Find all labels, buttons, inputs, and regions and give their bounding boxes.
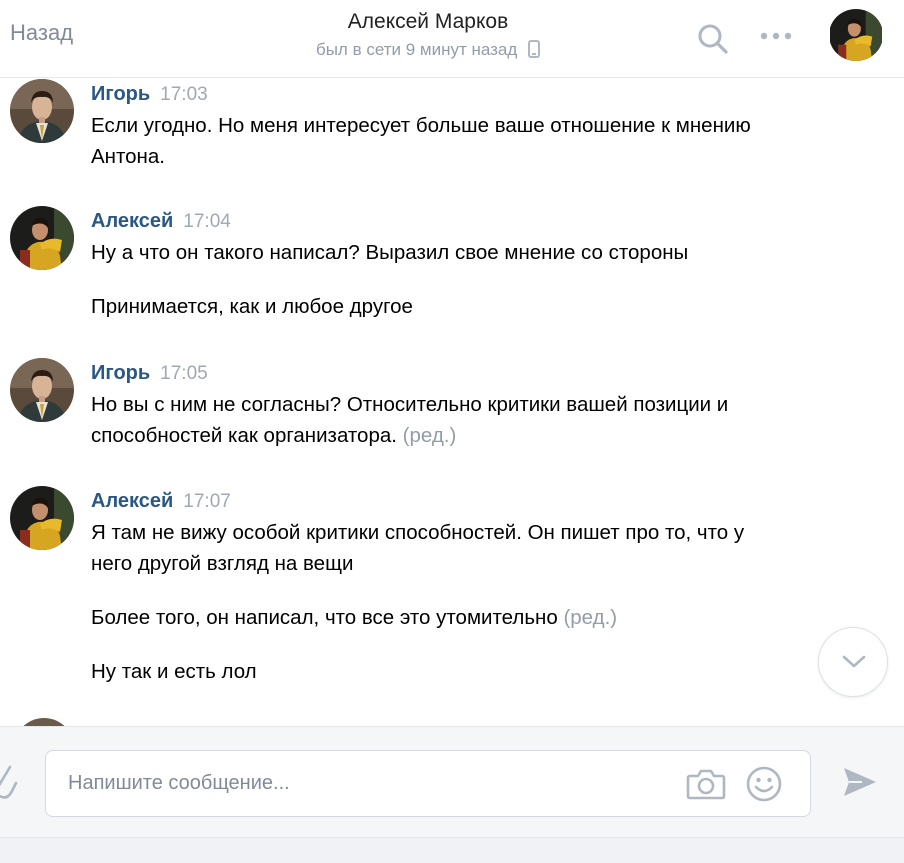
message-text: Более того, он написал, что все это утом…: [91, 602, 781, 633]
sender-name[interactable]: Игорь: [91, 362, 150, 384]
sender-avatar[interactable]: [10, 206, 74, 270]
message-meta: Игорь 17:05: [91, 359, 208, 388]
scroll-to-bottom-button[interactable]: [818, 627, 888, 697]
message-text: Ну так и есть лол: [91, 656, 781, 687]
message-text: Ну а что он такого написал? Выразил свое…: [91, 237, 781, 268]
message-input-box[interactable]: [45, 750, 811, 817]
message-item: Игорь 17:03 Если угодно. Но меня интересу…: [0, 79, 860, 199]
message-item: Игорь 17:05 Но вы с ним не согласны? Отно…: [0, 358, 860, 478]
bottom-bar: [0, 837, 904, 863]
sender-name[interactable]: Алексей: [91, 490, 173, 512]
message-body: Принимается, как и любое другое: [91, 295, 413, 318]
more-dots-icon[interactable]: [757, 24, 797, 48]
contact-avatar[interactable]: [829, 9, 883, 61]
message-body: Если угодно. Но меня интересует больше в…: [91, 114, 751, 168]
message-meta: Алексей 17:07: [91, 487, 231, 516]
message-composer: [0, 726, 904, 837]
paperclip-icon[interactable]: [0, 763, 18, 803]
edited-mark[interactable]: (ред.): [403, 424, 457, 447]
message-item: Алексей 17:07 Я там не вижу особой критик…: [0, 486, 860, 706]
message-meta: Алексей 17:04: [91, 207, 231, 236]
message-meta: Игорь 17:03: [91, 80, 208, 109]
message-text: Но вы с ним не согласны? Относительно кр…: [91, 389, 781, 451]
sender-avatar[interactable]: [10, 79, 74, 143]
message-time[interactable]: 17:04: [183, 211, 231, 232]
chat-header: Назад Алексей Марков был в сети 9 минут …: [0, 0, 904, 78]
chat-window: Назад Алексей Марков был в сети 9 минут …: [0, 0, 904, 863]
message-text: Если угодно. Но меня интересует больше в…: [91, 110, 781, 172]
sender-avatar[interactable]: [10, 358, 74, 422]
search-icon[interactable]: [696, 22, 730, 56]
sender-name[interactable]: Игорь: [91, 83, 150, 105]
message-time[interactable]: 17:05: [160, 363, 208, 384]
message-input[interactable]: [68, 765, 668, 801]
chat-title-block[interactable]: Алексей Марков был в сети 9 минут назад: [220, 8, 636, 66]
chat-title: Алексей Марков: [347, 10, 509, 33]
message-text: Я там не вижу особой критики способносте…: [91, 517, 751, 579]
chevron-down-icon: [842, 655, 866, 668]
edited-mark[interactable]: (ред.): [563, 606, 617, 629]
back-button[interactable]: Назад: [10, 20, 73, 46]
send-icon[interactable]: [842, 765, 878, 799]
smile-icon[interactable]: [745, 765, 783, 803]
mobile-phone-icon: [528, 40, 541, 66]
message-body: Я там не вижу особой критики способносте…: [91, 521, 745, 575]
sender-name[interactable]: Алексей: [91, 210, 173, 232]
message-body: Ну а что он такого написал? Выразил свое…: [91, 241, 689, 264]
message-time[interactable]: 17:03: [160, 84, 208, 105]
message-item: Алексей 17:04 Ну а что он такого написал?…: [0, 206, 860, 336]
message-body: Ну так и есть лол: [91, 660, 257, 683]
message-time[interactable]: 17:07: [183, 491, 231, 512]
sender-avatar[interactable]: [10, 486, 74, 550]
presence-status-text: был в сети 9 минут назад: [315, 40, 518, 59]
message-body: Более того, он написал, что все это утом…: [91, 606, 558, 629]
message-text: Принимается, как и любое другое: [91, 291, 781, 322]
message-list[interactable]: Игорь 17:03 Если угодно. Но меня интересу…: [0, 79, 904, 726]
presence-status: был в сети 9 минут назад: [220, 37, 636, 66]
camera-icon[interactable]: [686, 767, 726, 801]
